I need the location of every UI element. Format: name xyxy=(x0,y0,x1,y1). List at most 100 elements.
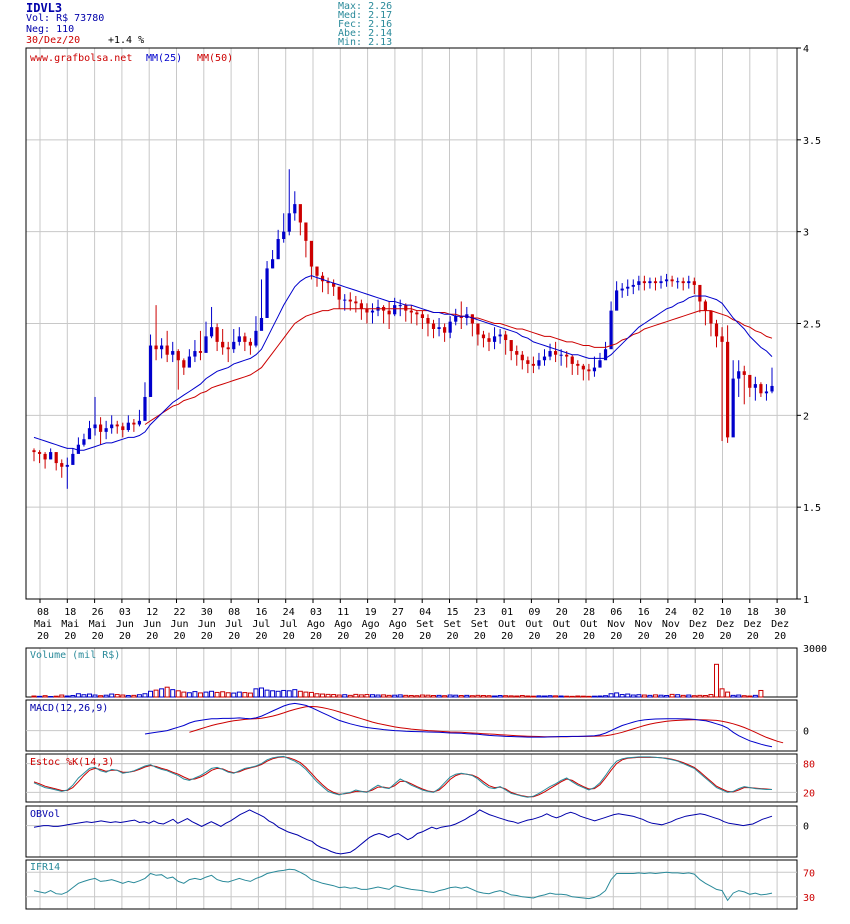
volume-bar xyxy=(164,686,170,698)
volume-bar xyxy=(652,694,658,698)
x-tick-month: Nov xyxy=(607,619,625,630)
obv-tick-label: 0 xyxy=(803,822,809,833)
x-tick-day: 18 xyxy=(747,607,759,618)
volume-bar xyxy=(603,695,609,698)
volume-bar xyxy=(686,694,692,698)
volume-bar xyxy=(680,694,686,698)
volume-bar xyxy=(741,695,747,698)
candle-body xyxy=(742,371,746,375)
x-tick-year: 20 xyxy=(255,631,267,642)
x-tick-month: Set xyxy=(471,619,489,630)
volume-bar xyxy=(125,695,131,698)
stoch-panel-title: Estoc %K(14,3) xyxy=(30,757,114,768)
x-tick-day: 08 xyxy=(37,607,49,618)
price-tick-label: 1.5 xyxy=(803,503,821,514)
candle-body xyxy=(265,268,269,318)
x-tick-month: Jun xyxy=(143,619,161,630)
volume-bar xyxy=(553,695,559,698)
candle-body xyxy=(443,327,447,333)
volume-bar xyxy=(480,695,486,698)
volume-bar xyxy=(530,695,536,698)
x-tick-year: 20 xyxy=(501,631,513,642)
candle-body xyxy=(165,345,169,355)
volume-bar xyxy=(42,695,48,698)
volume-bar xyxy=(436,694,442,698)
rsi-panel-title: IFR14 xyxy=(30,862,60,873)
candle-body xyxy=(315,266,319,276)
volume-bar xyxy=(203,691,209,698)
candle-body xyxy=(154,345,158,350)
volume-bar xyxy=(253,688,259,698)
volume-bar xyxy=(286,690,292,698)
candle-body xyxy=(82,439,86,445)
candle-body xyxy=(631,284,635,287)
macd-panel-frame xyxy=(25,699,798,752)
rsi-panel-frame xyxy=(25,859,798,910)
x-tick-year: 20 xyxy=(173,631,185,642)
x-tick-day: 10 xyxy=(719,607,731,618)
candle-body xyxy=(43,453,47,460)
candle-body xyxy=(209,327,214,337)
candle-body xyxy=(726,341,730,438)
candle-body xyxy=(537,360,541,366)
volume-bar xyxy=(608,693,614,698)
volume-bar xyxy=(453,694,459,698)
volume-bar xyxy=(464,694,470,698)
x-tick-month: Jun xyxy=(198,619,216,630)
volume-bar xyxy=(53,695,59,698)
volume-bar xyxy=(75,693,81,698)
x-tick-year: 20 xyxy=(37,631,49,642)
candle-body xyxy=(426,317,430,324)
volume-bar xyxy=(558,695,564,698)
volume-bar xyxy=(92,694,98,698)
candle-body xyxy=(226,347,230,350)
trades-label: Neg: 110 xyxy=(26,24,75,35)
volume-bar xyxy=(664,695,670,698)
volume-bar xyxy=(714,663,720,698)
volume-bar xyxy=(475,694,481,698)
candle-body xyxy=(559,354,563,356)
rsi-tick-label: 70 xyxy=(803,868,815,879)
volume-bar xyxy=(59,694,65,698)
volume-bar xyxy=(725,691,731,698)
x-tick-month: Jul xyxy=(280,619,298,630)
volume-bar xyxy=(697,694,703,698)
x-tick-day: 02 xyxy=(692,607,704,618)
x-tick-day: 22 xyxy=(173,607,185,618)
volume-bar xyxy=(669,693,675,698)
candle-body xyxy=(420,314,425,318)
volume-bar xyxy=(419,694,425,698)
candle-body xyxy=(531,363,535,366)
candle-body xyxy=(49,452,53,460)
candle-body xyxy=(232,341,236,350)
candle-body xyxy=(320,275,325,282)
x-tick-month: Mai xyxy=(34,619,52,630)
volume-bar xyxy=(519,695,525,698)
candle-body xyxy=(354,301,358,304)
candle-body xyxy=(615,290,619,311)
candle-body xyxy=(221,341,225,348)
date-label: 30/Dez/20 xyxy=(26,35,81,46)
macd-line xyxy=(144,702,773,748)
candle-body xyxy=(570,356,574,364)
volume-bar xyxy=(369,694,375,698)
candle-body xyxy=(759,384,763,394)
volume-bar xyxy=(758,689,764,698)
volume-bar xyxy=(619,694,625,698)
volume-bar xyxy=(214,691,220,698)
volume-bar xyxy=(442,695,448,698)
macd-tick-label: 0 xyxy=(803,727,809,738)
candle-body xyxy=(87,428,92,440)
candle-body xyxy=(648,281,652,284)
x-tick-year: 20 xyxy=(474,631,486,642)
rsi-tick-label: 30 xyxy=(803,893,815,904)
x-tick-day: 18 xyxy=(64,607,76,618)
volume-bar xyxy=(81,694,87,698)
x-tick-month: Ago xyxy=(362,619,380,630)
x-tick-day: 30 xyxy=(201,607,213,618)
candle-body xyxy=(526,360,530,364)
x-tick-month: Out xyxy=(525,619,543,630)
x-tick-day: 19 xyxy=(365,607,377,618)
candle-body xyxy=(409,310,413,313)
candle-body xyxy=(659,281,663,284)
